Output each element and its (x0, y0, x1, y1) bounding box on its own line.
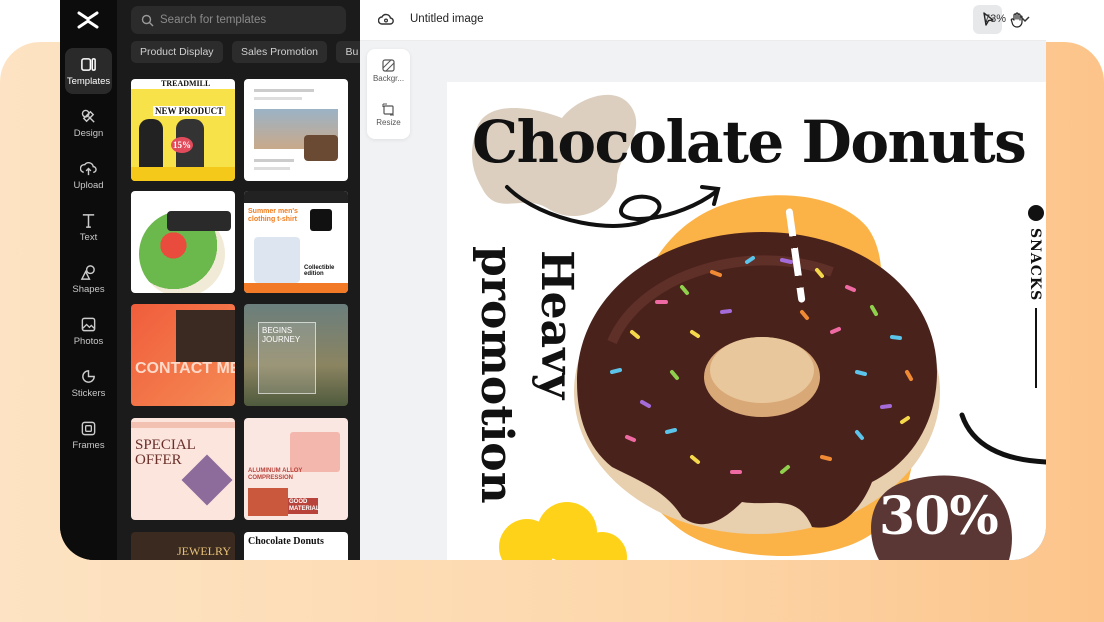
canvas-area: Untitled image 73% Backgr... Resize Choc… (360, 0, 1046, 560)
rail-label: Stickers (71, 387, 106, 399)
chip-product-display[interactable]: Product Display (131, 41, 223, 63)
rail-label: Photos (73, 335, 104, 347)
vertical-text-heavy[interactable]: Heavy (531, 250, 582, 399)
cloud-icon[interactable] (378, 12, 394, 26)
artboard[interactable]: Chocolate Donuts Heavy promotion SNACKS … (447, 82, 1046, 560)
snacks-line (1035, 308, 1037, 388)
headline-text[interactable]: Chocolate Donuts (472, 108, 1027, 176)
frames-icon (81, 421, 96, 435)
rail-label: Shapes (72, 283, 105, 295)
template-thumb-salad[interactable] (131, 191, 235, 293)
snacks-label[interactable]: SNACKS (1027, 228, 1043, 301)
templates-icon (81, 57, 96, 71)
search-input[interactable] (160, 14, 340, 26)
template-text: SPECIAL OFFER (135, 437, 196, 468)
chevron-down-icon[interactable] (1020, 16, 1030, 23)
rail-item-stickers[interactable]: Stickers (65, 360, 112, 406)
top-bar: Untitled image 73% (360, 0, 1046, 41)
template-thumb-travel-listing[interactable] (244, 79, 348, 181)
chip-more[interactable]: Bu (336, 41, 360, 63)
rail-item-text[interactable]: Text (65, 204, 112, 250)
capcut-logo-icon[interactable] (76, 9, 100, 31)
template-text: Collectible edition (304, 265, 335, 277)
bullet-dot (1028, 205, 1044, 221)
rail-label: Templates (66, 75, 111, 87)
stickers-icon (82, 369, 95, 383)
template-text: CONTACT ME (135, 360, 235, 377)
resize-tool[interactable]: Resize (367, 103, 410, 127)
template-text: NEW PRODUCT (153, 106, 226, 116)
side-tools: Backgr... Resize (367, 49, 410, 139)
template-thumb-tshirt[interactable]: Summer men's clothing t-shirt Collectibl… (244, 191, 348, 293)
chip-sales-promotion[interactable]: Sales Promotion (231, 41, 328, 63)
template-text: Chocolate Donuts (248, 536, 324, 547)
arc-shape[interactable] (957, 410, 1046, 470)
search-box[interactable] (131, 6, 346, 34)
background-tool[interactable]: Backgr... (367, 59, 410, 83)
template-text: BEGINS JOURNEY (262, 326, 301, 344)
rail-item-design[interactable]: Design (65, 100, 112, 146)
template-thumb-chocolate-donuts[interactable]: Chocolate Donuts (244, 532, 348, 560)
template-text: 15% (171, 137, 193, 153)
shapes-icon (80, 264, 95, 280)
design-icon (81, 109, 95, 123)
app-window: Templates Design Upload Text Shapes Phot… (60, 0, 1046, 560)
template-thumb-treadmill[interactable]: TREADMILL NEW PRODUCT 15% (131, 79, 235, 181)
discount-text[interactable]: 30% (879, 486, 999, 547)
rail-item-templates[interactable]: Templates (65, 48, 112, 94)
template-text: ALUMINUM ALLOY COMPRESSION (248, 468, 303, 481)
template-text: Summer men's clothing t-shirt (248, 208, 298, 223)
zoom-level[interactable]: 73% (984, 13, 1006, 25)
left-rail: Templates Design Upload Text Shapes Phot… (60, 0, 117, 560)
rail-label: Design (73, 127, 104, 139)
search-icon (141, 14, 154, 26)
resize-icon (382, 103, 394, 116)
category-chips: Product Display Sales Promotion Bu (131, 41, 360, 63)
templates-panel: Product Display Sales Promotion Bu TREAD… (117, 0, 360, 560)
rail-label: Upload (73, 179, 104, 191)
vertical-text-promotion[interactable]: promotion (471, 246, 522, 504)
swoosh-arrow-shape[interactable] (502, 177, 732, 242)
resize-tool-label: Resize (376, 118, 401, 127)
rail-label: Text (79, 231, 98, 243)
text-icon (82, 213, 95, 228)
rail-item-photos[interactable]: Photos (65, 308, 112, 354)
template-thumb-special-offer[interactable]: SPECIAL OFFER (131, 418, 235, 520)
template-thumb-jewelry[interactable]: JEWELRY (131, 532, 235, 560)
background-tool-label: Backgr... (372, 74, 405, 83)
template-text: JEWELRY (177, 544, 231, 558)
rail-label: Frames (72, 439, 105, 451)
rail-item-upload[interactable]: Upload (65, 152, 112, 198)
document-title[interactable]: Untitled image (410, 13, 484, 25)
template-thumb-begins-journey[interactable]: BEGINS JOURNEY (244, 304, 348, 406)
template-text: GOOD MATERIAL (288, 498, 320, 514)
rail-item-shapes[interactable]: Shapes (65, 256, 112, 302)
rail-item-frames[interactable]: Frames (65, 412, 112, 458)
template-thumb-contact-me[interactable]: CONTACT ME (131, 304, 235, 406)
photos-icon (81, 317, 96, 331)
upload-icon (80, 161, 97, 175)
background-icon (382, 59, 395, 72)
template-text: TREADMILL (161, 79, 211, 88)
template-thumb-suitcase[interactable]: ALUMINUM ALLOY COMPRESSION GOOD MATERIAL (244, 418, 348, 520)
